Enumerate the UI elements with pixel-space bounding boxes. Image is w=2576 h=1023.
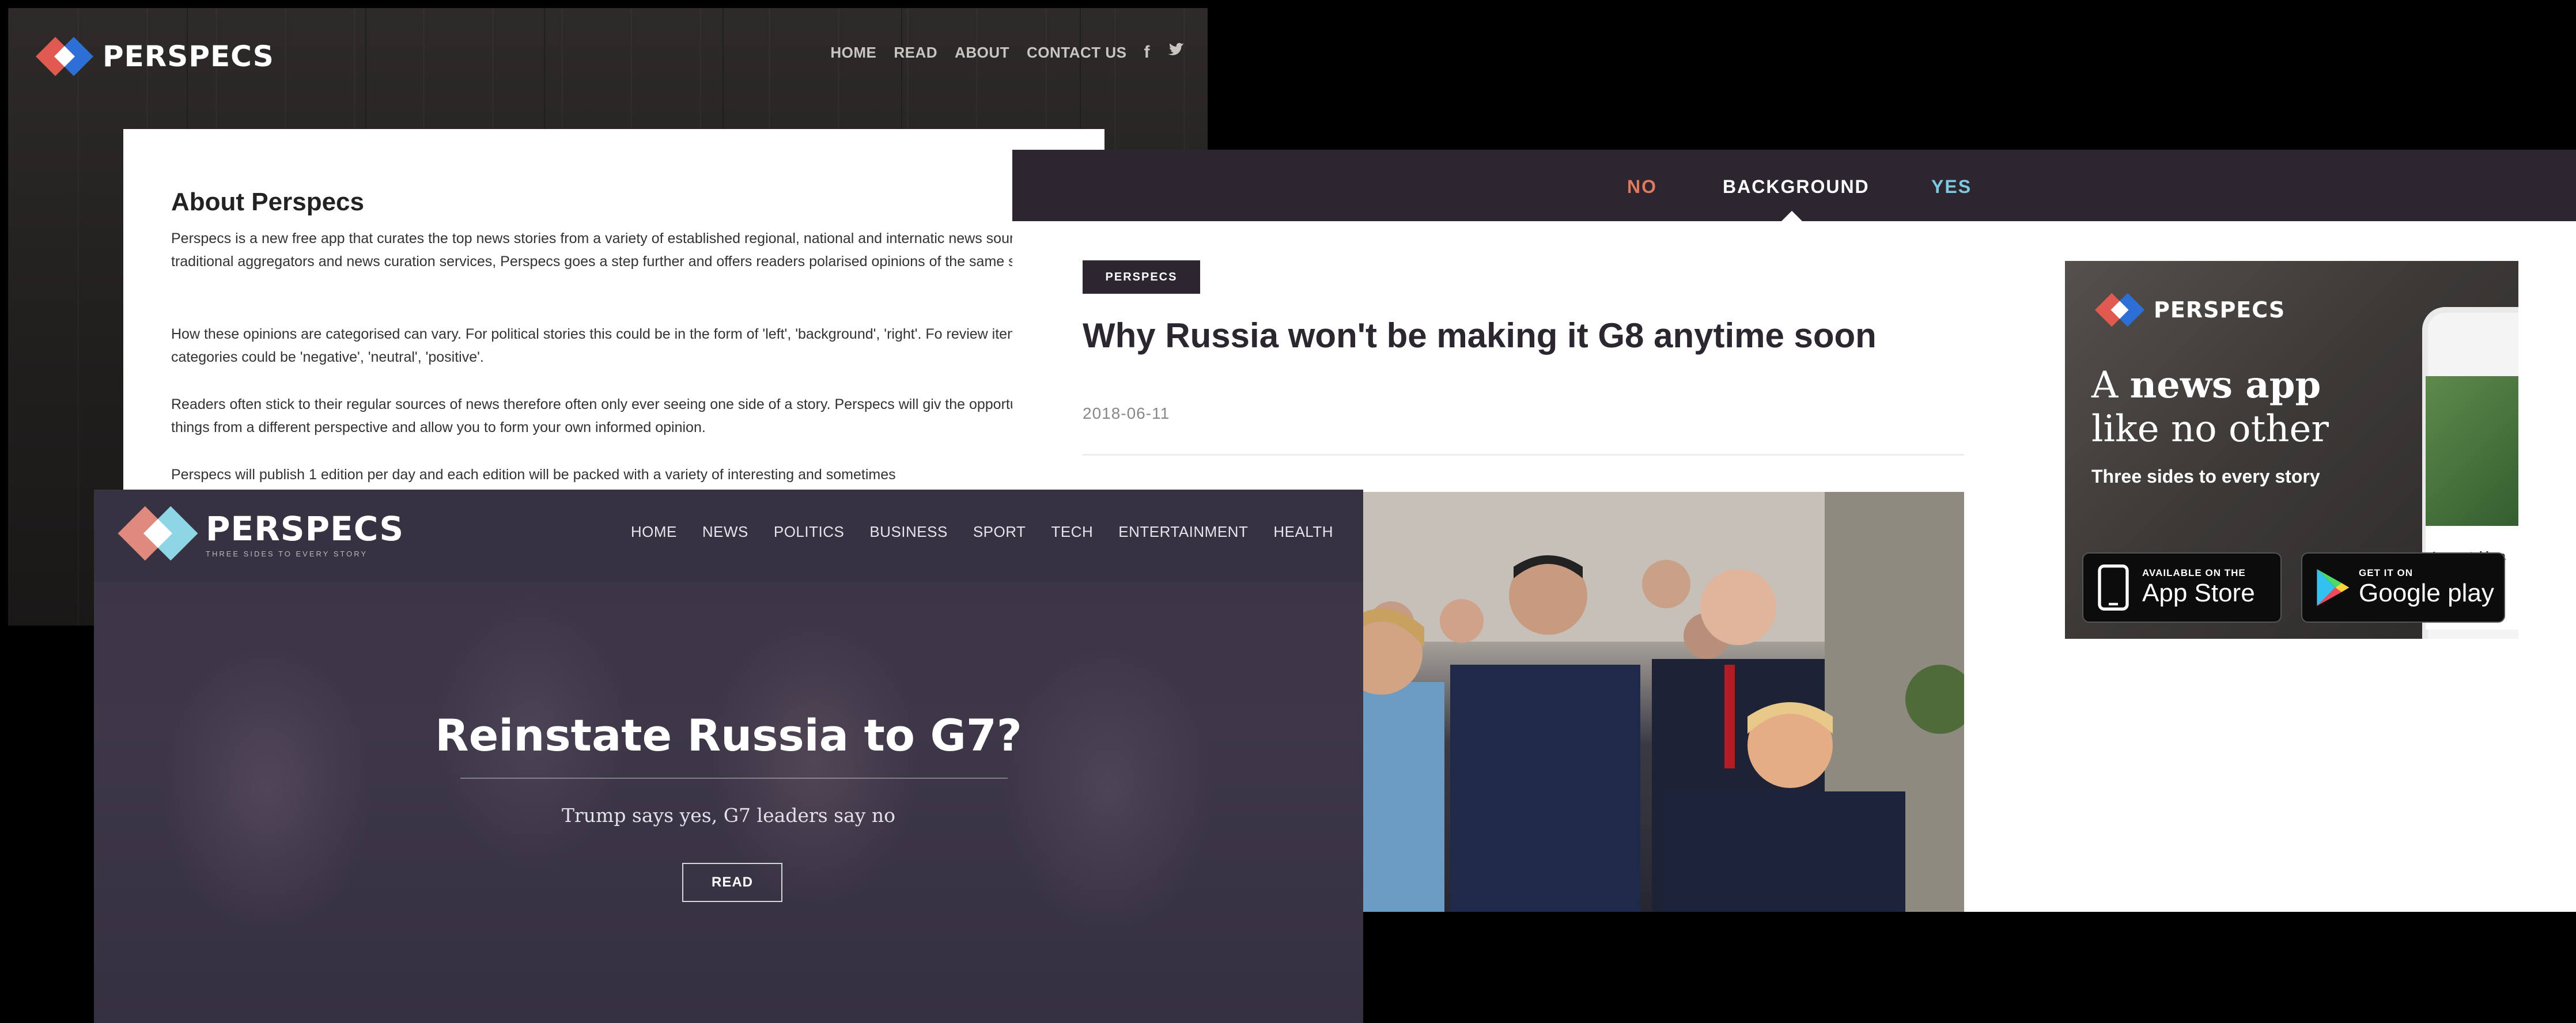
nav-about[interactable]: ABOUT <box>955 44 1009 62</box>
google-play-big-text: Google play <box>2359 579 2494 607</box>
about-heading: About Perspecs <box>171 188 364 216</box>
app-store-small-text: AVAILABLE ON THE <box>2142 567 2246 578</box>
active-tab-caret-icon <box>1781 211 1802 221</box>
facebook-icon[interactable]: f <box>1144 43 1151 62</box>
hero-logo-text: PERSPECS <box>206 509 404 548</box>
hero-subtitle: Trump says yes, G7 leaders say no <box>561 804 896 827</box>
tab-no[interactable]: NO <box>1627 176 1657 198</box>
site-logo[interactable]: PERSPECS <box>35 28 274 85</box>
perspecs-logo-icon <box>36 37 93 76</box>
tab-yes[interactable]: YES <box>1931 176 1972 198</box>
top-nav: HOME READ ABOUT CONTACT US f <box>830 43 1185 62</box>
g7-leaders-photo-icon <box>1295 492 1964 912</box>
nav-home[interactable]: HOME <box>631 523 677 541</box>
google-play-button[interactable]: GET IT ON Google play <box>2301 552 2505 623</box>
nav-health[interactable]: HEALTH <box>1273 523 1333 541</box>
perspecs-logo-icon <box>2094 293 2145 327</box>
hero-nav: HOME NEWS POLITICS BUSINESS SPORT TECH E… <box>631 523 1333 541</box>
hero-site: PERSPECS THREE SIDES TO EVERY STORY HOME… <box>94 490 1363 1023</box>
source-badge: PERSPECS <box>1083 260 1200 294</box>
apple-icon <box>2098 564 2129 611</box>
ad-logo-text: PERSPECS <box>2154 297 2286 323</box>
article-date: 2018-06-11 <box>1083 404 1170 422</box>
about-paragraph-1: Perspecs is a new free app that curates … <box>171 230 1085 270</box>
article-photo <box>1295 492 1964 912</box>
hero-site-logo[interactable]: PERSPECS THREE SIDES TO EVERY STORY <box>115 505 404 562</box>
ad-logo: PERSPECS <box>2094 292 2285 328</box>
nav-sport[interactable]: SPORT <box>973 523 1026 541</box>
hero-divider <box>460 778 1008 779</box>
twitter-icon[interactable] <box>1167 43 1185 62</box>
tab-background[interactable]: BACKGROUND <box>1723 176 1870 198</box>
nav-home[interactable]: HOME <box>830 44 876 62</box>
nav-news[interactable]: NEWS <box>702 523 748 541</box>
divider <box>1083 454 1964 456</box>
google-play-small-text: GET IT ON <box>2359 567 2413 578</box>
read-button[interactable]: READ <box>682 863 782 902</box>
nav-entertainment[interactable]: ENTERTAINMENT <box>1118 523 1248 541</box>
nav-politics[interactable]: POLITICS <box>774 523 844 541</box>
nav-contact[interactable]: CONTACT US <box>1027 44 1127 62</box>
about-card: About Perspecs Perspecs is a new free ap… <box>123 129 1104 490</box>
ad-subline: Three sides to every story <box>2091 466 2320 487</box>
about-paragraph-4: Perspecs will publish 1 edition per day … <box>171 467 896 483</box>
hero-title: Reinstate Russia to G7? <box>435 710 1022 761</box>
google-play-icon <box>2317 569 2350 606</box>
about-paragraph-3: Readers often stick to their regular sou… <box>171 396 1084 435</box>
article-title: Why Russia won't be making it G8 anytime… <box>1083 316 1877 355</box>
nav-business[interactable]: BUSINESS <box>869 523 948 541</box>
nav-tech[interactable]: TECH <box>1051 523 1093 541</box>
about-paragraph-2: How these opinions are categorised can v… <box>171 326 1051 365</box>
hero-tagline: THREE SIDES TO EVERY STORY <box>206 549 368 558</box>
nav-read[interactable]: READ <box>894 44 937 62</box>
app-ad[interactable]: Is mental hea improving? PERSPECS A news… <box>2065 261 2518 639</box>
app-store-button[interactable]: AVAILABLE ON THE App Store <box>2082 552 2282 623</box>
logo-text: PERSPECS <box>103 40 274 73</box>
app-store-big-text: App Store <box>2142 579 2255 607</box>
ad-headline: A news app like no other <box>2091 363 2329 450</box>
perspecs-logo-icon <box>118 506 198 561</box>
